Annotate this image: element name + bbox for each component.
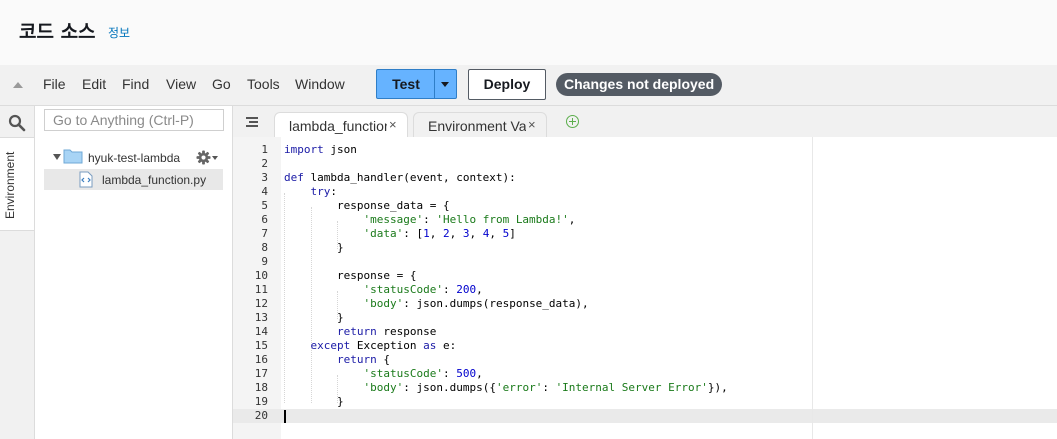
add-tab-icon[interactable] — [566, 115, 579, 128]
tab-list-icon[interactable] — [246, 117, 258, 127]
code-text: } — [284, 395, 344, 408]
info-link[interactable]: 정보 — [108, 24, 130, 41]
file-item[interactable]: lambda_function.py — [44, 169, 223, 190]
expand-caret-icon[interactable] — [53, 154, 61, 160]
code-line[interactable]: 14 return response — [233, 325, 1057, 339]
deploy-button[interactable]: Deploy — [468, 69, 546, 100]
code-line[interactable]: 16 return { — [233, 353, 1057, 367]
status-badge: Changes not deployed — [556, 73, 723, 96]
line-number: 18 — [254, 381, 268, 394]
folder-dash: - — [176, 151, 180, 165]
line-number: 19 — [254, 395, 268, 408]
line-number: 11 — [254, 283, 268, 296]
gear-icon[interactable] — [196, 150, 211, 165]
line-number: 17 — [254, 367, 268, 380]
code-line[interactable]: 6 'message': 'Hello from Lambda!', — [233, 213, 1057, 227]
code-text: 'message': 'Hello from Lambda!', — [363, 213, 576, 226]
go-to-anything-input[interactable] — [44, 109, 224, 131]
code-text: return { — [336, 353, 390, 366]
tab-label: Environment Vari — [428, 118, 526, 134]
tab-environment-variables[interactable]: Environment Vari × — [413, 112, 547, 138]
code-text: 'data': [1, 2, 3, 4, 5] — [363, 227, 516, 240]
code-line[interactable]: 10 response = { — [233, 269, 1057, 283]
code-line[interactable]: 20 — [233, 409, 1057, 423]
code-text: 'statusCode': 200, — [363, 283, 483, 296]
line-number: 15 — [254, 339, 268, 352]
line-number: 16 — [254, 353, 268, 366]
left-rail: Environment — [0, 106, 35, 439]
code-line[interactable]: 7 'data': [1, 2, 3, 4, 5] — [233, 227, 1057, 241]
code-line[interactable]: 17 'statusCode': 500, — [233, 367, 1057, 381]
code-line[interactable]: 12 'body': json.dumps(response_data), — [233, 297, 1057, 311]
code-editor[interactable]: 1 import json 2 3 def lambda_handler(event, … — [233, 137, 1057, 439]
code-text: 'body': json.dumps({'error': 'Internal S… — [363, 381, 728, 394]
menu-go[interactable]: Go — [212, 76, 231, 92]
code-line[interactable]: 2 — [233, 157, 1057, 171]
line-number: 7 — [261, 227, 268, 240]
code-text: except Exception as e: — [310, 339, 457, 352]
code-line[interactable]: 9 — [233, 255, 1057, 269]
menu-file[interactable]: File — [43, 76, 66, 92]
tab-lambda-function[interactable]: lambda_function × — [274, 112, 408, 138]
folder-name[interactable]: hyuk-test-lambda — [88, 151, 180, 165]
environment-tab-label: Environment — [3, 151, 17, 219]
editor-tab-bar: lambda_function × Environment Vari × — [233, 106, 1057, 138]
code-text: try: — [310, 185, 338, 198]
code-line[interactable]: 8 } — [233, 241, 1057, 255]
folder-icon — [63, 149, 83, 164]
line-number: 13 — [254, 311, 268, 324]
code-line[interactable]: 19 } — [233, 395, 1057, 409]
code-line[interactable]: 15 except Exception as e: — [233, 339, 1057, 353]
code-text: 'body': json.dumps(response_data), — [363, 297, 589, 310]
code-text: def lambda_handler(event, context): — [284, 171, 516, 184]
code-text: import json — [284, 143, 357, 156]
tab-label: lambda_function — [289, 118, 387, 134]
code-text: response = { — [284, 269, 417, 282]
line-number: 5 — [261, 199, 268, 212]
line-number: 3 — [261, 171, 268, 184]
code-line[interactable]: 18 'body': json.dumps({'error': 'Interna… — [233, 381, 1057, 395]
line-number: 8 — [261, 241, 268, 254]
file-name: lambda_function.py — [102, 173, 207, 187]
section-header: 코드 소스 정보 — [0, 0, 1057, 66]
code-line[interactable]: 5 response_data = { — [233, 199, 1057, 213]
code-text: response_data = { — [284, 199, 450, 212]
line-number: 12 — [254, 297, 268, 310]
line-number: 9 — [261, 255, 268, 268]
menu-window[interactable]: Window — [295, 76, 345, 92]
environment-tab[interactable]: Environment — [0, 137, 34, 231]
code-line[interactable]: 3 def lambda_handler(event, context): — [233, 171, 1057, 185]
line-number: 10 — [254, 269, 268, 282]
line-number: 6 — [261, 213, 268, 226]
line-number: 1 — [261, 143, 268, 156]
code-line[interactable]: 13 } — [233, 311, 1057, 325]
search-icon[interactable] — [8, 114, 26, 132]
triangle-up-icon[interactable] — [13, 82, 23, 88]
code-line[interactable]: 1 import json — [233, 143, 1057, 157]
close-icon[interactable]: × — [528, 117, 536, 132]
line-number: 20 — [254, 409, 268, 422]
line-number: 14 — [254, 325, 268, 338]
page-title: 코드 소스 — [19, 21, 96, 43]
gear-caret-icon[interactable] — [212, 156, 218, 160]
line-number: 4 — [261, 185, 268, 198]
line-number: 2 — [261, 157, 268, 170]
code-line[interactable]: 4 try: — [233, 185, 1057, 199]
close-icon[interactable]: × — [389, 117, 397, 132]
menu-view[interactable]: View — [166, 76, 196, 92]
test-button[interactable]: Test — [376, 69, 457, 99]
test-button-label[interactable]: Test — [377, 70, 435, 98]
menu-tools[interactable]: Tools — [247, 76, 280, 92]
menu-find[interactable]: Find — [122, 76, 149, 92]
code-text: } — [284, 311, 344, 324]
test-dropdown-caret-icon[interactable] — [435, 70, 456, 98]
code-text: } — [284, 241, 344, 254]
code-line[interactable]: 11 'statusCode': 200, — [233, 283, 1057, 297]
python-file-icon — [79, 171, 93, 188]
code-text: return response — [336, 325, 437, 338]
menu-edit[interactable]: Edit — [82, 76, 106, 92]
code-text: 'statusCode': 500, — [363, 367, 483, 380]
